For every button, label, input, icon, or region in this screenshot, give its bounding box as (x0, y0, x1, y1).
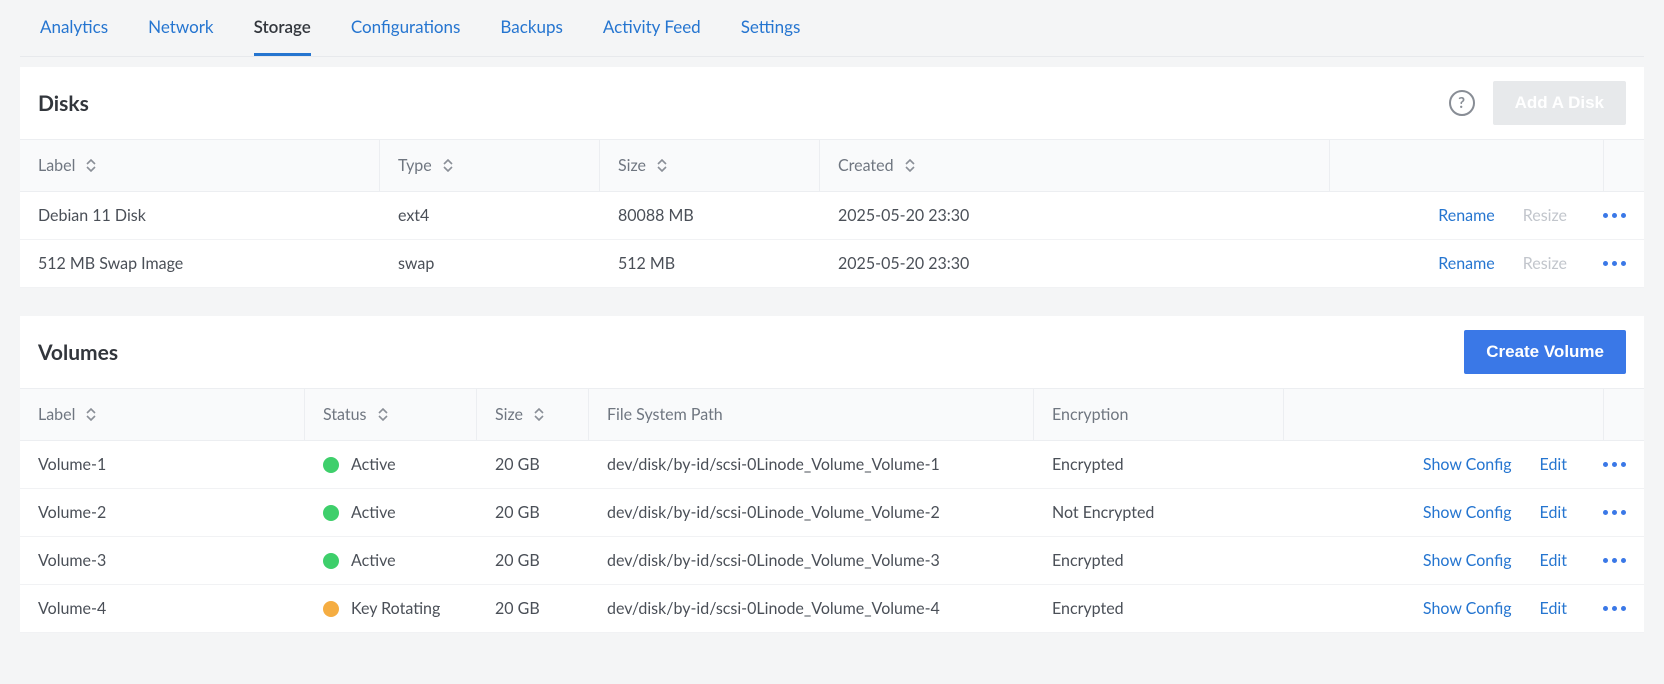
rename-link[interactable]: Rename (1438, 206, 1494, 225)
disks-title: Disks (38, 91, 89, 116)
show-config-link[interactable]: Show Config (1423, 551, 1512, 570)
col-label: Label (38, 156, 75, 175)
volume-size: 20 GB (477, 537, 589, 584)
edit-link[interactable]: Edit (1540, 503, 1567, 522)
disk-created: 2025-05-20 23:30 (820, 240, 1330, 287)
col-label: Label (38, 405, 75, 424)
disk-size: 512 MB (600, 240, 820, 287)
status-dot-icon (323, 457, 339, 473)
sort-icon[interactable] (533, 408, 545, 421)
volume-size: 20 GB (477, 441, 589, 488)
volume-label: Volume-2 (20, 489, 305, 536)
table-row: Volume-2Active20 GBdev/disk/by-id/scsi-0… (20, 489, 1644, 537)
edit-link[interactable]: Edit (1540, 455, 1567, 474)
disk-size: 80088 MB (600, 192, 820, 239)
kebab-icon[interactable] (1603, 462, 1626, 467)
tab-storage[interactable]: Storage (254, 0, 311, 56)
col-size: Size (618, 156, 646, 175)
volumes-panel: Volumes Create Volume Label Status Size … (20, 316, 1644, 633)
volume-encryption: Encrypted (1034, 537, 1284, 584)
volume-path: dev/disk/by-id/scsi-0Linode_Volume_Volum… (589, 489, 1034, 536)
volume-status: Active (305, 441, 477, 488)
volume-status: Key Rotating (305, 585, 477, 632)
volume-label: Volume-4 (20, 585, 305, 632)
sort-icon[interactable] (442, 159, 454, 172)
col-encryption: Encryption (1052, 405, 1128, 424)
disk-created: 2025-05-20 23:30 (820, 192, 1330, 239)
add-disk-button[interactable]: Add A Disk (1493, 81, 1626, 125)
col-path: File System Path (607, 405, 723, 424)
disks-table-header: Label Type Size Created (20, 139, 1644, 192)
kebab-icon[interactable] (1603, 213, 1626, 218)
status-dot-icon (323, 601, 339, 617)
kebab-icon[interactable] (1603, 510, 1626, 515)
show-config-link[interactable]: Show Config (1423, 503, 1512, 522)
sort-icon[interactable] (85, 159, 97, 172)
tab-activity-feed[interactable]: Activity Feed (603, 0, 701, 56)
disk-type: swap (380, 240, 600, 287)
disk-type: ext4 (380, 192, 600, 239)
tab-bar: Analytics Network Storage Configurations Bac… (20, 0, 1644, 57)
kebab-icon[interactable] (1603, 261, 1626, 266)
tab-configurations[interactable]: Configurations (351, 0, 461, 56)
volume-label: Volume-1 (20, 441, 305, 488)
volume-encryption: Encrypted (1034, 585, 1284, 632)
table-row: Debian 11 Diskext480088 MB2025-05-20 23:… (20, 192, 1644, 240)
tab-backups[interactable]: Backups (500, 0, 562, 56)
kebab-icon[interactable] (1603, 606, 1626, 611)
volume-status: Active (305, 489, 477, 536)
show-config-link[interactable]: Show Config (1423, 455, 1512, 474)
create-volume-button[interactable]: Create Volume (1464, 330, 1626, 374)
volume-encryption: Not Encrypted (1034, 489, 1284, 536)
sort-icon[interactable] (656, 159, 668, 172)
volume-path: dev/disk/by-id/scsi-0Linode_Volume_Volum… (589, 537, 1034, 584)
rename-link[interactable]: Rename (1438, 254, 1494, 273)
volumes-title: Volumes (38, 340, 118, 365)
status-dot-icon (323, 553, 339, 569)
volume-status: Active (305, 537, 477, 584)
tab-network[interactable]: Network (148, 0, 213, 56)
col-created: Created (838, 156, 894, 175)
volume-size: 20 GB (477, 489, 589, 536)
table-row: Volume-4Key Rotating20 GBdev/disk/by-id/… (20, 585, 1644, 633)
edit-link[interactable]: Edit (1540, 551, 1567, 570)
edit-link[interactable]: Edit (1540, 599, 1567, 618)
col-type: Type (398, 156, 432, 175)
kebab-icon[interactable] (1603, 558, 1626, 563)
sort-icon[interactable] (377, 408, 389, 421)
resize-link: Resize (1523, 254, 1567, 273)
help-icon[interactable]: ? (1449, 90, 1475, 116)
disk-label: Debian 11 Disk (20, 192, 380, 239)
status-dot-icon (323, 505, 339, 521)
volume-label: Volume-3 (20, 537, 305, 584)
disks-panel: Disks ? Add A Disk Label Type Size Creat… (20, 67, 1644, 288)
sort-icon[interactable] (85, 408, 97, 421)
show-config-link[interactable]: Show Config (1423, 599, 1512, 618)
sort-icon[interactable] (904, 159, 916, 172)
volume-size: 20 GB (477, 585, 589, 632)
tab-analytics[interactable]: Analytics (40, 0, 108, 56)
resize-link: Resize (1523, 206, 1567, 225)
volume-encryption: Encrypted (1034, 441, 1284, 488)
volumes-table-header: Label Status Size File System Path Encry… (20, 388, 1644, 441)
tab-settings[interactable]: Settings (741, 0, 801, 56)
table-row: Volume-3Active20 GBdev/disk/by-id/scsi-0… (20, 537, 1644, 585)
table-row: 512 MB Swap Imageswap512 MB2025-05-20 23… (20, 240, 1644, 288)
col-status: Status (323, 405, 367, 424)
col-size: Size (495, 405, 523, 424)
volume-path: dev/disk/by-id/scsi-0Linode_Volume_Volum… (589, 441, 1034, 488)
volume-path: dev/disk/by-id/scsi-0Linode_Volume_Volum… (589, 585, 1034, 632)
table-row: Volume-1Active20 GBdev/disk/by-id/scsi-0… (20, 441, 1644, 489)
disk-label: 512 MB Swap Image (20, 240, 380, 287)
